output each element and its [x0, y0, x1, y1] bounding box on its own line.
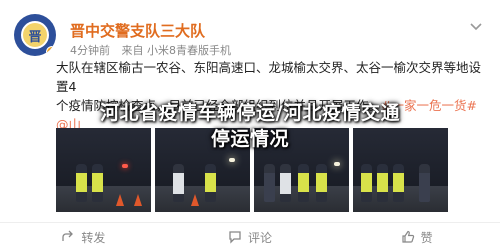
officer-figure: [316, 164, 327, 202]
officer-figure: [173, 164, 184, 202]
verified-badge-icon: [46, 46, 56, 56]
medical-worker-figure: [280, 164, 291, 202]
post-header: 晋 晋中交警支队三大队 4分钟前 来自 小米8青春版手机: [14, 10, 486, 58]
officer-figure: [298, 164, 309, 202]
post-device: 来自 小米8青春版手机: [121, 44, 232, 57]
action-bar: 转发 评论 赞: [0, 222, 500, 251]
officer-figure: [92, 164, 103, 202]
comment-label: 评论: [248, 230, 273, 245]
headlight: [334, 162, 340, 166]
officer-figure: [76, 164, 87, 202]
chevron-down-icon[interactable]: [468, 18, 484, 34]
officer-figure: [361, 164, 372, 202]
comment-button[interactable]: 评论: [167, 223, 334, 251]
forward-icon: [62, 230, 74, 241]
officer-figure: [377, 164, 388, 202]
traffic-cone-icon: [191, 194, 199, 206]
officer-figure: [419, 164, 430, 202]
post-time[interactable]: 4分钟前: [70, 44, 110, 57]
headlight: [229, 158, 235, 162]
comment-icon: [229, 231, 241, 244]
thumbs-up-icon: [402, 230, 414, 243]
account-name[interactable]: 晋中交警支队三大队: [70, 20, 205, 41]
avatar[interactable]: 晋: [14, 14, 56, 56]
officer-figure: [393, 164, 404, 202]
like-button[interactable]: 赞: [333, 223, 500, 251]
post-text-line-1: 大队在辖区榆古一农谷、东阳高速口、龙城榆太交界、太谷一榆次交界等地设置4: [56, 60, 482, 94]
officer-figure: [264, 164, 275, 202]
overlay-title: 河北省疫情车辆停运/河北疫情交通 停运情况: [60, 100, 440, 152]
like-label: 赞: [420, 230, 433, 245]
traffic-cone-icon: [134, 194, 142, 206]
tail-light: [122, 164, 128, 168]
forward-label: 转发: [81, 230, 106, 245]
forward-button[interactable]: 转发: [0, 223, 167, 251]
traffic-cone-icon: [116, 194, 124, 206]
overlay-title-line-2: 停运情况: [210, 128, 289, 150]
overlay-title-line-1: 河北省疫情车辆停运/河北疫情交通: [100, 102, 400, 124]
post-meta: 4分钟前 来自 小米8青春版手机: [70, 42, 239, 58]
officer-figure: [205, 164, 216, 202]
police-badge-icon: 晋: [21, 21, 49, 49]
